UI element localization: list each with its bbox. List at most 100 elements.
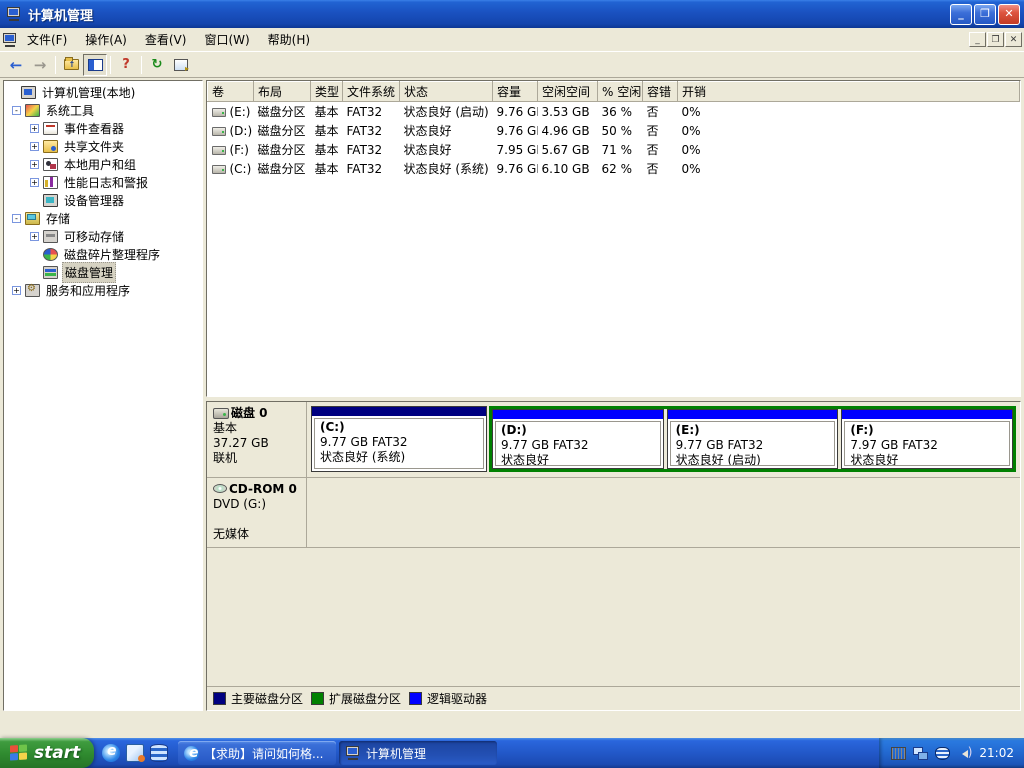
task-button-computer-management[interactable]: 计算机管理	[339, 741, 497, 765]
volume-row-f[interactable]: (F:) 磁盘分区基本 FAT32状态良好 7.95 GB5.67 GB 71 …	[208, 140, 1020, 159]
tree-item-disk-management[interactable]: 磁盘管理	[4, 263, 202, 281]
tree-item-event-viewer[interactable]: + 事件查看器	[4, 119, 202, 137]
tree-item-local-users-groups[interactable]: + 本地用户和组	[4, 155, 202, 173]
partition-c[interactable]: (C:) 9.77 GB FAT32 状态良好 (系统)	[311, 406, 487, 472]
col-overhead[interactable]: 开销	[678, 82, 1020, 102]
task-button-browser[interactable]: 【求助】请问如何格...	[178, 741, 336, 765]
refresh-button[interactable]: ↻	[145, 54, 169, 76]
collapse-expander[interactable]: -	[12, 106, 21, 115]
computer-management-window: 计算机管理 _ ❐ ✕ 文件(F) 操作(A) 查看(V) 窗口(W) 帮助(H…	[0, 0, 1024, 738]
restore-button[interactable]: ❐	[974, 4, 996, 25]
tree-item-storage[interactable]: - 存储	[4, 209, 202, 227]
volume-icon	[212, 146, 226, 155]
mdi-child-icon[interactable]	[2, 33, 18, 47]
menu-window[interactable]: 窗口(W)	[195, 28, 258, 51]
internet-explorer-icon[interactable]	[102, 744, 120, 762]
logical-drive-band	[842, 410, 1012, 419]
forward-button[interactable]: →	[28, 54, 52, 76]
toolbar-separator	[141, 56, 142, 74]
show-hide-tree-button[interactable]	[83, 54, 107, 76]
expand-expander[interactable]: +	[30, 142, 39, 151]
expand-expander[interactable]: +	[30, 124, 39, 133]
disk0-info[interactable]: 磁盘 0 基本 37.27 GB 联机	[207, 402, 307, 477]
disk0-type: 基本	[213, 421, 300, 436]
col-fault-tolerance[interactable]: 容错	[643, 82, 678, 102]
quick-launch-bar	[94, 738, 176, 768]
cdrom-info[interactable]: CD-ROM 0 DVD (G:) 无媒体	[207, 478, 307, 547]
col-filesystem[interactable]: 文件系统	[343, 82, 400, 102]
col-status[interactable]: 状态	[400, 82, 493, 102]
shared-folders-icon	[43, 140, 58, 153]
partition-f[interactable]: (F:) 7.97 GB FAT32 状态良好	[841, 409, 1013, 469]
cdrom-row: CD-ROM 0 DVD (G:) 无媒体	[207, 478, 1020, 548]
tree-item-performance-logs[interactable]: + 性能日志和警报	[4, 173, 202, 191]
tree-item-system-tools[interactable]: - 系统工具	[4, 101, 202, 119]
disk0-size: 37.27 GB	[213, 436, 300, 451]
tree-item-services-applications[interactable]: + 服务和应用程序	[4, 281, 202, 299]
help-button[interactable]: ?	[114, 54, 138, 76]
export-list-button[interactable]	[169, 54, 193, 76]
partition-e[interactable]: (E:) 9.77 GB FAT32 状态良好 (启动)	[667, 409, 839, 469]
disk0-row: 磁盘 0 基本 37.27 GB 联机 (C:) 9.77 GB FAT32	[207, 402, 1020, 478]
volume-icon[interactable]	[957, 747, 972, 760]
event-viewer-icon	[43, 122, 58, 135]
col-layout[interactable]: 布局	[254, 82, 311, 102]
tree-item-computer-management[interactable]: 计算机管理(本地)	[4, 83, 202, 101]
volume-row-c[interactable]: (C:) 磁盘分区基本 FAT32状态良好 (系统) 9.76 GB6.10 G…	[208, 159, 1020, 178]
forward-icon: →	[34, 56, 47, 74]
desktop: 计算机管理 _ ❐ ✕ 文件(F) 操作(A) 查看(V) 窗口(W) 帮助(H…	[0, 0, 1024, 768]
expand-expander[interactable]: +	[30, 232, 39, 241]
folder-up-icon: ↑	[64, 59, 79, 70]
tree-item-disk-defragmenter[interactable]: 磁盘碎片整理程序	[4, 245, 202, 263]
up-one-level-button[interactable]: ↑	[59, 54, 83, 76]
volume-list-view: 卷 布局 类型 文件系统 状态 容量 空闲空间 % 空闲 容错 开销	[206, 80, 1021, 397]
start-button[interactable]: start	[0, 738, 94, 768]
menu-file[interactable]: 文件(F)	[18, 28, 76, 51]
volume-icon	[212, 108, 226, 117]
collapse-expander[interactable]: -	[12, 214, 21, 223]
menu-help[interactable]: 帮助(H)	[259, 28, 319, 51]
minimize-button[interactable]: _	[950, 4, 972, 25]
outlook-express-icon[interactable]	[126, 744, 144, 762]
close-button[interactable]: ✕	[998, 4, 1020, 25]
legend-logical-drive: 逻辑驱动器	[409, 690, 487, 707]
clock[interactable]: 21:02	[979, 746, 1014, 760]
primary-partition-band	[312, 407, 486, 416]
keyboard-icon[interactable]	[891, 747, 906, 760]
defragmenter-icon	[43, 248, 58, 261]
windows-logo-icon	[10, 744, 28, 761]
device-manager-icon	[43, 194, 58, 207]
col-volume[interactable]: 卷	[208, 82, 254, 102]
expand-expander[interactable]: +	[30, 160, 39, 169]
legend-extended-partition: 扩展磁盘分区	[311, 690, 401, 707]
partition-d[interactable]: (D:) 9.77 GB FAT32 状态良好	[492, 409, 664, 469]
volume-table-header: 卷 布局 类型 文件系统 状态 容量 空闲空间 % 空闲 容错 开销	[208, 82, 1020, 102]
menu-view[interactable]: 查看(V)	[136, 28, 196, 51]
title-bar[interactable]: 计算机管理 _ ❐ ✕	[0, 0, 1024, 28]
back-button[interactable]: ←	[4, 54, 28, 76]
disk-management-icon	[43, 266, 58, 279]
tree-item-shared-folders[interactable]: + 共享文件夹	[4, 137, 202, 155]
tree-item-device-manager[interactable]: 设备管理器	[4, 191, 202, 209]
ime-icon[interactable]	[935, 747, 950, 760]
mdi-close-button[interactable]: ✕	[1005, 32, 1022, 47]
col-capacity[interactable]: 容量	[493, 82, 538, 102]
col-free-space[interactable]: 空闲空间	[538, 82, 598, 102]
expand-expander[interactable]: +	[30, 178, 39, 187]
col-pct-free[interactable]: % 空闲	[598, 82, 643, 102]
input-method-icon[interactable]	[150, 744, 168, 762]
mdi-minimize-button[interactable]: _	[969, 32, 986, 47]
disk-graphical-view: 磁盘 0 基本 37.27 GB 联机 (C:) 9.77 GB FAT32	[206, 401, 1021, 711]
col-type[interactable]: 类型	[311, 82, 343, 102]
computer-icon	[345, 746, 361, 760]
menu-action[interactable]: 操作(A)	[76, 28, 136, 51]
legend-primary-partition: 主要磁盘分区	[213, 690, 303, 707]
volume-row-e[interactable]: (E:) 磁盘分区基本 FAT32状态良好 (启动) 9.76 GB3.53 G…	[208, 102, 1020, 122]
mdi-restore-button[interactable]: ❐	[987, 32, 1004, 47]
volume-row-d[interactable]: (D:) 磁盘分区基本 FAT32状态良好 9.76 GB4.96 GB 50 …	[208, 121, 1020, 140]
tree-item-removable-storage[interactable]: + 可移动存储	[4, 227, 202, 245]
toolbar-separator	[110, 56, 111, 74]
network-icon[interactable]	[913, 747, 928, 760]
expand-expander[interactable]: +	[12, 286, 21, 295]
internet-explorer-icon	[184, 746, 199, 761]
